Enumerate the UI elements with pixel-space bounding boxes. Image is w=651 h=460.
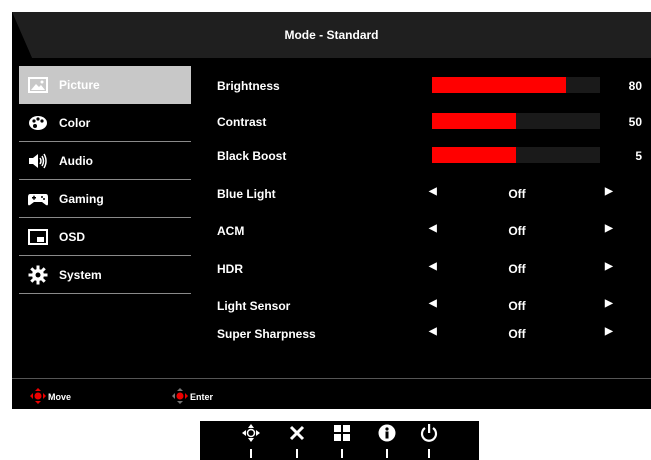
- black-boost-label: Black Boost: [217, 149, 287, 163]
- enter-hint: Enter: [172, 388, 213, 406]
- blue-light-row[interactable]: Blue Light ◀ Off ▶: [217, 182, 642, 206]
- sidebar-item-audio[interactable]: Audio: [19, 142, 191, 180]
- arrow-right-icon[interactable]: ▶: [605, 186, 613, 197]
- contrast-slider-fill: [432, 113, 516, 129]
- menu-grid-icon: [334, 421, 350, 445]
- acm-value: Off: [508, 224, 526, 238]
- menu-key[interactable]: [327, 421, 357, 460]
- picture-icon: [27, 74, 49, 96]
- arrow-left-icon[interactable]: ◀: [429, 223, 437, 234]
- brightness-value: 80: [628, 79, 642, 93]
- black-boost-slider-fill: [432, 147, 516, 163]
- arrow-right-icon[interactable]: ▶: [605, 223, 613, 234]
- sidebar-item-label: System: [59, 267, 102, 282]
- arrow-right-icon[interactable]: ▶: [605, 261, 613, 272]
- black-boost-row[interactable]: Black Boost 5: [217, 144, 642, 168]
- sidebar: Picture Color Audio Gaming OSD System: [19, 66, 191, 294]
- navigation-joystick-icon: [242, 421, 260, 445]
- arrow-left-icon[interactable]: ◀: [429, 186, 437, 197]
- contrast-label: Contrast: [217, 115, 267, 129]
- brightness-slider-fill: [432, 77, 567, 93]
- monitor-key-bar: [200, 421, 479, 460]
- arrow-left-icon[interactable]: ◀: [429, 326, 437, 337]
- super-sharpness-label: Super Sharpness: [217, 327, 316, 341]
- acm-label: ACM: [217, 224, 245, 238]
- blue-light-value: Off: [508, 187, 526, 201]
- sidebar-item-label: Gaming: [59, 191, 104, 206]
- enter-label: Enter: [190, 392, 214, 402]
- gear-icon: [27, 264, 49, 286]
- info-key[interactable]: [372, 421, 402, 460]
- sidebar-item-osd[interactable]: OSD: [19, 218, 191, 256]
- sidebar-item-gaming[interactable]: Gaming: [19, 180, 191, 218]
- acm-row[interactable]: ACM ◀ Off ▶: [217, 219, 642, 243]
- header-bar: Mode - Standard: [12, 12, 651, 58]
- black-boost-slider[interactable]: [432, 147, 600, 163]
- blue-light-label: Blue Light: [217, 187, 276, 201]
- brightness-label: Brightness: [217, 79, 280, 93]
- light-sensor-value: Off: [508, 299, 526, 313]
- light-sensor-label: Light Sensor: [217, 299, 291, 313]
- power-key[interactable]: [414, 421, 444, 460]
- sidebar-item-picture[interactable]: Picture: [19, 66, 191, 104]
- palette-icon: [27, 112, 49, 134]
- gamepad-icon: [27, 188, 49, 210]
- joystick-enter-icon: [172, 388, 188, 406]
- sidebar-item-label: Picture: [59, 77, 100, 92]
- brightness-slider[interactable]: [432, 77, 600, 93]
- super-sharpness-row[interactable]: Super Sharpness ◀ Off ▶: [217, 322, 642, 346]
- contrast-row[interactable]: Contrast 50: [217, 110, 642, 134]
- arrow-left-icon[interactable]: ◀: [429, 261, 437, 272]
- footer-hints: Move Enter: [12, 384, 651, 408]
- sidebar-item-label: Audio: [59, 153, 93, 168]
- hdr-label: HDR: [217, 262, 243, 276]
- arrow-left-icon[interactable]: ◀: [429, 298, 437, 309]
- joystick-move-icon: [30, 388, 46, 406]
- sidebar-item-system[interactable]: System: [19, 256, 191, 294]
- hdr-row[interactable]: HDR ◀ Off ▶: [217, 257, 642, 281]
- close-icon: [289, 421, 305, 445]
- arrow-right-icon[interactable]: ▶: [605, 298, 613, 309]
- contrast-value: 50: [628, 115, 642, 129]
- navigation-joystick-key[interactable]: [236, 421, 266, 460]
- sidebar-item-label: Color: [59, 115, 91, 130]
- contrast-slider[interactable]: [432, 113, 600, 129]
- close-key[interactable]: [282, 421, 312, 460]
- speaker-icon: [27, 150, 49, 172]
- sidebar-item-label: OSD: [59, 229, 86, 244]
- move-label: Move: [48, 392, 72, 402]
- osd-icon: [27, 226, 49, 248]
- hdr-value: Off: [508, 262, 526, 276]
- light-sensor-row[interactable]: Light Sensor ◀ Off ▶: [217, 294, 642, 318]
- arrow-right-icon[interactable]: ▶: [605, 326, 613, 337]
- footer-divider: [12, 378, 651, 379]
- move-hint: Move: [30, 388, 71, 406]
- sidebar-item-color[interactable]: Color: [19, 104, 191, 142]
- brightness-row[interactable]: Brightness 80: [217, 74, 642, 98]
- super-sharpness-value: Off: [508, 327, 526, 341]
- black-boost-value: 5: [635, 149, 642, 163]
- power-icon: [420, 421, 438, 445]
- osd-menu: Mode - Standard Picture Color Audio Gami…: [12, 12, 651, 409]
- page-title: Mode - Standard: [284, 28, 379, 42]
- info-icon: [378, 421, 396, 445]
